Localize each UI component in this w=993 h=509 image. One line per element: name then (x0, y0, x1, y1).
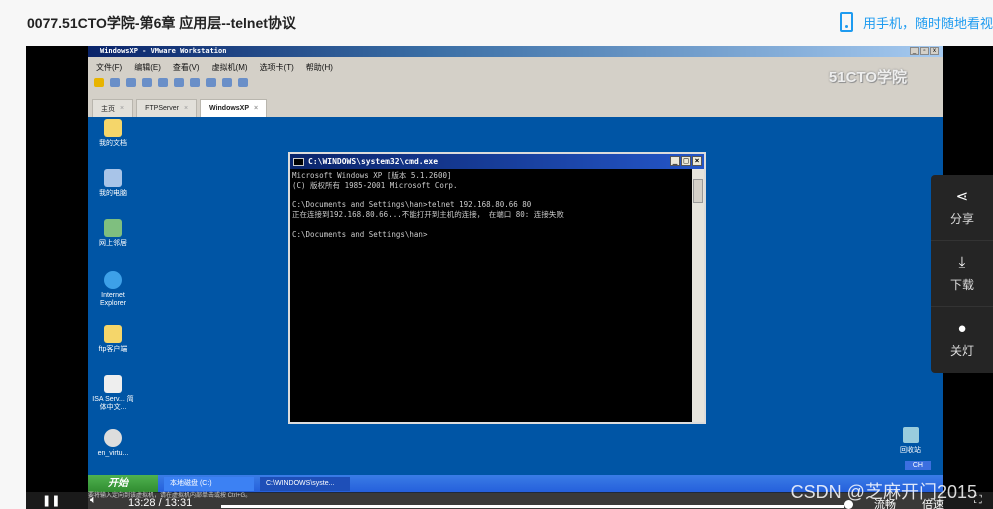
taskbar-item-cmd[interactable]: C:\WINDOWS\syste... (260, 477, 350, 491)
icon-label: Internet Explorer (99, 292, 127, 307)
mobile-link-label: 用手机，随时随地看视 (862, 15, 993, 31)
volume-button[interactable]: 🔈︎ (90, 494, 97, 507)
desktop-icon-ftp-client[interactable]: ftp客户端 (90, 325, 136, 354)
ime-indicator[interactable]: CH (904, 461, 931, 470)
tab-ftpserver[interactable]: FTPServer × (136, 99, 198, 117)
lights-off-label: 关灯 (949, 344, 974, 358)
tab-label: 主页 (101, 105, 115, 113)
xp-desktop: 我的文档 我的电脑 网上邻居 Internet Explorer ftp客户端 … (88, 117, 943, 475)
desktop-icon-cd[interactable]: en_virtu... (90, 429, 136, 458)
icon-label: 回收站 (900, 447, 921, 454)
time-display: 13:28 / 13:31 (128, 497, 193, 509)
download-label: 下载 (949, 277, 974, 292)
menu-edit[interactable]: 编辑(E) (134, 62, 161, 73)
minimize-button[interactable]: _ (910, 47, 919, 55)
revert-icon[interactable] (142, 78, 152, 87)
bulb-icon: ● (957, 320, 967, 337)
cmd-titlebar[interactable]: C:\WINDOWS\system32\cmd.exe _ □ × (290, 154, 704, 169)
restore-button[interactable]: ▫ (920, 47, 929, 55)
speed-button[interactable]: 倍速 (922, 496, 944, 509)
desktop-icon-ie[interactable]: Internet Explorer (90, 271, 136, 308)
close-icon[interactable]: × (254, 105, 258, 112)
menu-help[interactable]: 帮助(H) (306, 62, 333, 73)
desktop-icon-my-documents[interactable]: 我的文档 (90, 119, 136, 148)
scroll-thumb[interactable] (693, 179, 703, 203)
fullscreen-icon[interactable] (206, 78, 216, 87)
tab-label: WindowsXP (209, 105, 250, 112)
cmd-line: Microsoft Windows XP [版本 5.1.2600] (292, 171, 452, 180)
icon-label: ISA Serv... 简体中文... (92, 396, 134, 411)
cmd-line: 正在连接到192.168.80.66...不能打开到主机的连接， 在端口 80:… (292, 210, 564, 220)
video-player[interactable]: WindowsXP - VMware Workstation _ ▫ x 文件(F)… (26, 46, 993, 509)
cmd-line: C:\Documents and Settings\han> (292, 229, 428, 239)
close-icon[interactable]: × (120, 105, 124, 112)
desktop-icon-my-computer[interactable]: 我的电脑 (90, 169, 136, 198)
minimize-button[interactable]: _ (670, 156, 680, 166)
network-icon[interactable] (110, 78, 120, 87)
vmware-menu: 文件(F) 编辑(E) 查看(V) 虚拟机(M) 选项卡(T) 帮助(H) (96, 62, 333, 73)
tab-label: FTPServer (145, 105, 179, 112)
maximize-button[interactable]: □ (681, 156, 691, 166)
cmd-line: C:\Documents and Settings\han>telnet 192… (292, 200, 532, 210)
vmware-toolbar (94, 78, 248, 87)
stretch-icon[interactable] (238, 78, 248, 87)
cmd-title: C:\WINDOWS\system32\cmd.exe (308, 157, 439, 166)
cmd-window[interactable]: C:\WINDOWS\system32\cmd.exe _ □ × Microsof… (288, 152, 706, 424)
page-title: 0077.51CTO学院-第6章 应用层--telnet协议 (27, 15, 296, 31)
recycle-bin-icon (902, 427, 919, 443)
start-button[interactable]: 开始 (88, 475, 158, 493)
cmd-output[interactable]: Microsoft Windows XP [版本 5.1.2600] (C) 版权… (290, 169, 692, 422)
close-icon[interactable]: × (184, 105, 188, 112)
icon-label: en_virtu... (97, 450, 129, 457)
desktop-icon-network[interactable]: 网上邻居 (90, 219, 136, 248)
snapshot-manager-icon[interactable] (158, 78, 168, 87)
menu-vm[interactable]: 虚拟机(M) (212, 62, 248, 73)
tab-windowsxp[interactable]: WindowsXP × (200, 99, 268, 117)
vmware-titlebar: WindowsXP - VMware Workstation (88, 46, 943, 57)
quality-button[interactable]: 流畅 (874, 496, 896, 509)
menu-file[interactable]: 文件(F) (96, 62, 122, 73)
tab-home[interactable]: 主页 × (92, 99, 134, 117)
close-button[interactable]: x (930, 47, 939, 55)
desktop-icon-recycle-bin[interactable]: 回收站 (900, 427, 921, 455)
cmd-icon (293, 158, 304, 166)
close-button[interactable]: × (692, 156, 702, 166)
share-label: 分享 (949, 211, 974, 226)
fullscreen-icon[interactable]: ⛶ (974, 494, 982, 507)
pause-icon[interactable] (94, 78, 104, 87)
cmd-line (292, 191, 690, 201)
icon-label: 我的电脑 (99, 190, 127, 197)
mobile-watch-link[interactable]: 用手机，随时随地看视 (839, 12, 993, 32)
icon-label: 网上邻居 (99, 240, 127, 247)
console-view-icon[interactable] (190, 78, 200, 87)
vmware-window: WindowsXP - VMware Workstation _ ▫ x 文件(F)… (88, 46, 943, 509)
player-controls: CSDN @芝麻开门2015 要将输入定向到该虚拟机，请在虚拟机内部单击或按 C… (26, 482, 993, 509)
taskbar-item-drive[interactable]: 本地磁盘 (C:) (164, 477, 254, 491)
unity-icon[interactable] (222, 78, 232, 87)
menu-tabs[interactable]: 选项卡(T) (260, 62, 294, 73)
share-icon: ⋖ (955, 187, 969, 205)
51cto-logo: 51CTO学院 (828, 69, 907, 86)
phone-icon (839, 12, 853, 32)
lights-off-button[interactable]: ● 关灯 (931, 307, 993, 373)
cmd-line: (C) 版权所有 1985-2001 Microsoft Corp. (292, 180, 458, 190)
side-panel: ⋖ 分享 ⤓ 下载 ● 关灯 (931, 175, 993, 373)
progress-knob[interactable] (844, 500, 853, 509)
download-icon: ⤓ (958, 253, 966, 271)
sidebar-view-icon[interactable] (174, 78, 184, 87)
pause-button[interactable]: ❚❚ (42, 494, 60, 507)
progress-bar[interactable] (221, 505, 844, 508)
menu-view[interactable]: 查看(V) (173, 62, 200, 73)
cmd-scrollbar[interactable] (692, 169, 704, 422)
icon-label: 我的文档 (99, 140, 127, 147)
cmd-line (292, 220, 690, 230)
desktop-icon-isa-server[interactable]: ISA Serv... 简体中文... (90, 375, 136, 412)
share-button[interactable]: ⋖ 分享 (931, 175, 993, 241)
snapshot-icon[interactable] (126, 78, 136, 87)
icon-label: ftp客户端 (98, 346, 128, 353)
download-button[interactable]: ⤓ 下载 (931, 241, 993, 307)
